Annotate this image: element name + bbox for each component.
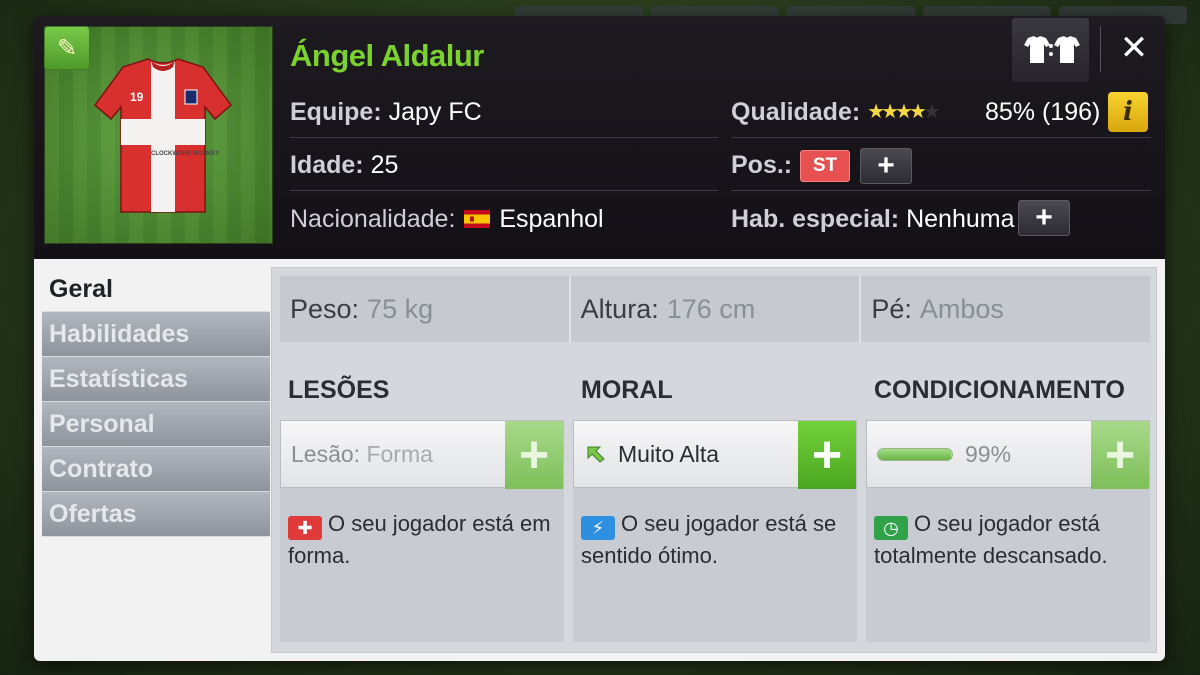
sidebar-item-3[interactable]: Personal bbox=[42, 402, 270, 447]
edit-pencil-icon[interactable]: ✎ bbox=[44, 26, 90, 70]
injury-description-text: O seu jogador está em forma. bbox=[288, 511, 551, 568]
star-filled-icon: ★ bbox=[895, 101, 913, 123]
kit-compare-button[interactable] bbox=[1012, 18, 1089, 82]
injury-plus-button[interactable]: + bbox=[505, 421, 563, 489]
star-filled-icon: ★ bbox=[867, 101, 885, 123]
conditioning-percent: 99% bbox=[965, 441, 1012, 467]
team-value: Japy FC bbox=[388, 98, 482, 126]
foot-value: Ambos bbox=[919, 293, 1004, 324]
star-filled-icon: ★ bbox=[881, 101, 899, 123]
injury-description: ✚ O seu jogador está em forma. bbox=[288, 508, 558, 571]
nationality-row: Nacionalidade: Espanhol bbox=[290, 205, 604, 234]
age-row: Idade: 25 bbox=[290, 151, 398, 180]
position-row: Pos.: bbox=[731, 151, 792, 180]
divider bbox=[290, 137, 718, 138]
age-label: Idade: bbox=[290, 151, 364, 179]
attribute-bar: Peso: 75 kg Altura: 176 cm Pé: Ambos bbox=[280, 276, 1150, 342]
injury-status-value: Forma bbox=[366, 441, 433, 467]
conditioning-title: CONDICIONAMENTO bbox=[874, 376, 1125, 404]
weight-label: Peso: bbox=[290, 293, 360, 324]
weight-cell: Peso: 75 kg bbox=[280, 276, 571, 342]
injuries-title: LESÕES bbox=[288, 376, 390, 404]
sidebar-item-4[interactable]: Contrato bbox=[42, 447, 270, 492]
conditioning-box: 99% + ◷ O seu jogador está totalmente des… bbox=[866, 420, 1150, 642]
morale-plus-button[interactable]: + bbox=[798, 421, 856, 489]
sidebar-item-2[interactable]: Estatísticas bbox=[42, 357, 270, 402]
add-special-button[interactable]: + bbox=[1018, 200, 1070, 236]
separator bbox=[1100, 26, 1101, 72]
player-info-modal: 19 CLOCKWORK MONKEY ✎ Ángel Aldalur Equi… bbox=[34, 16, 1165, 661]
divider bbox=[290, 190, 718, 191]
star-empty-icon: ★ bbox=[922, 101, 941, 123]
jersey-sponsor: CLOCKWORK MONKEY bbox=[151, 151, 219, 157]
morale-status-field: Muito Alta + bbox=[573, 420, 857, 489]
morale-title: MORAL bbox=[581, 376, 673, 404]
lightning-icon: ⚡ bbox=[581, 516, 615, 540]
morale-box: Muito Alta + ⚡ O seu jogador está se sent… bbox=[573, 420, 857, 642]
shirts-icon bbox=[1023, 36, 1080, 63]
player-name: Ángel Aldalur bbox=[290, 38, 484, 73]
morale-panel: MORAL Muito Alta + ⚡ O seu jogador está s… bbox=[573, 364, 857, 642]
add-position-button[interactable]: + bbox=[860, 148, 912, 184]
spain-flag-icon bbox=[464, 210, 491, 228]
team-row: Equipe: Japy FC bbox=[290, 98, 482, 127]
general-content: Peso: 75 kg Altura: 176 cm Pé: Ambos LES… bbox=[271, 267, 1157, 653]
position-label: Pos.: bbox=[731, 151, 793, 179]
quality-value: 85% (196) bbox=[985, 98, 1101, 126]
conditioning-status-field: 99% + bbox=[866, 420, 1150, 489]
jersey-number: 19 bbox=[130, 90, 144, 104]
conditioning-progress-bar bbox=[877, 448, 953, 461]
nationality-value: Espanhol bbox=[499, 205, 604, 233]
player-header: 19 CLOCKWORK MONKEY ✎ Ángel Aldalur Equi… bbox=[34, 16, 1165, 259]
divider bbox=[731, 190, 1151, 191]
jersey-image: 19 CLOCKWORK MONKEY bbox=[93, 58, 233, 213]
conditioning-progress-fill bbox=[878, 449, 952, 460]
special-label: Hab. especial: bbox=[731, 205, 900, 233]
quality-stars: ★★★★★ bbox=[867, 101, 941, 123]
height-value: 176 cm bbox=[666, 293, 756, 324]
divider bbox=[731, 137, 1151, 138]
height-label: Altura: bbox=[580, 293, 659, 324]
quality-label: Qualidade: bbox=[731, 98, 861, 126]
position-badge[interactable]: ST bbox=[800, 150, 850, 182]
foot-cell: Pé: Ambos bbox=[861, 276, 1150, 342]
weight-value: 75 kg bbox=[367, 293, 434, 324]
injuries-box: Lesão: Forma + ✚ O seu jogador está em fo… bbox=[280, 420, 564, 642]
rest-clock-icon: ◷ bbox=[874, 516, 908, 540]
sidebar-item-1[interactable]: Habilidades bbox=[42, 312, 270, 357]
injury-status-field: Lesão: Forma + bbox=[280, 420, 564, 489]
special-value: Nenhuma bbox=[906, 205, 1015, 233]
player-body: Geral Habilidades Estatísticas Personal Cont… bbox=[34, 259, 1165, 661]
quality-row: Qualidade: ★★★★★ bbox=[731, 98, 941, 127]
conditioning-plus-button[interactable]: + bbox=[1091, 421, 1149, 489]
morale-arrow-icon bbox=[587, 446, 605, 463]
nationality-label: Nacionalidade: bbox=[290, 205, 456, 233]
conditioning-description-text: O seu jogador está totalmente descansado… bbox=[874, 511, 1108, 568]
medical-cross-icon: ✚ bbox=[288, 516, 322, 540]
team-label: Equipe: bbox=[290, 98, 382, 126]
height-cell: Altura: 176 cm bbox=[571, 276, 862, 342]
star-filled-icon: ★ bbox=[908, 101, 927, 123]
morale-status-value: Muito Alta bbox=[618, 441, 719, 467]
sidebar-item-0[interactable]: Geral bbox=[42, 267, 270, 312]
sidebar: Geral Habilidades Estatísticas Personal Cont… bbox=[42, 267, 270, 537]
injury-status-label: Lesão: bbox=[291, 441, 361, 467]
info-icon[interactable]: i bbox=[1108, 92, 1148, 132]
foot-label: Pé: bbox=[871, 293, 912, 324]
close-button[interactable]: ✕ bbox=[1112, 26, 1156, 70]
injuries-panel: LESÕES Lesão: Forma + ✚ O seu jogador est… bbox=[280, 364, 564, 642]
conditioning-description: ◷ O seu jogador está totalmente descansad… bbox=[874, 508, 1144, 571]
sidebar-item-5[interactable]: Ofertas bbox=[42, 492, 270, 537]
morale-description-text: O seu jogador está se sentido ótimo. bbox=[581, 511, 837, 568]
morale-description: ⚡ O seu jogador está se sentido ótimo. bbox=[581, 508, 851, 571]
special-row: Hab. especial: Nenhuma bbox=[731, 205, 1015, 234]
conditioning-panel: CONDICIONAMENTO 99% + ◷ O seu jogador est… bbox=[866, 364, 1150, 642]
age-value: 25 bbox=[370, 151, 399, 179]
